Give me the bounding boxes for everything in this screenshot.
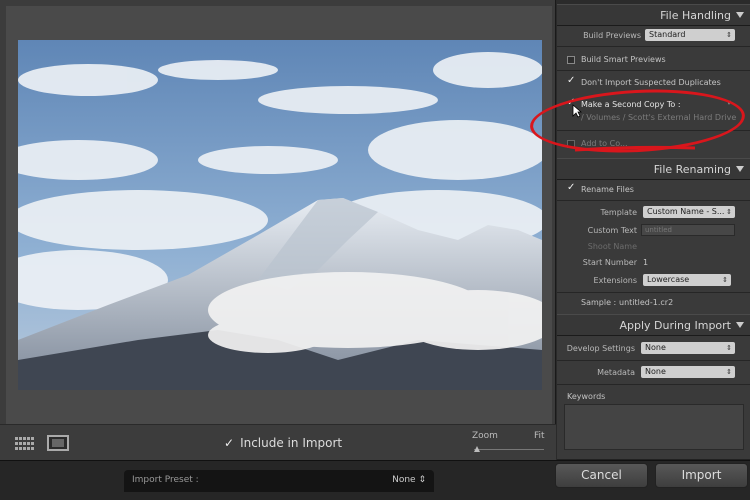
build-smart-previews-checkbox[interactable] — [567, 56, 575, 64]
develop-settings-select[interactable]: None ⇕ — [641, 342, 735, 354]
build-previews-select[interactable]: Standard ⇕ — [645, 29, 735, 41]
import-preset-label: Import Preset : — [132, 475, 199, 485]
divider — [557, 292, 750, 293]
photo-thumbnail[interactable] — [18, 40, 542, 390]
cancel-button[interactable]: Cancel — [555, 463, 648, 488]
zoom-slider-thumb[interactable] — [474, 446, 480, 452]
template-value: Custom Name - S... — [647, 207, 725, 216]
extensions-value: Lowercase — [647, 275, 690, 284]
template-label: Template — [600, 208, 637, 217]
sample-label: Sample : — [581, 298, 617, 307]
select-arrow-icon: ⇕ — [726, 368, 732, 376]
import-preset-value-text: None — [392, 475, 416, 485]
mouse-cursor-icon — [572, 104, 582, 118]
custom-text-value: untitled — [645, 226, 673, 234]
build-previews-value: Standard — [649, 30, 686, 39]
import-dialog: ✓ Include in Import Zoom Fit File Handli… — [0, 0, 750, 500]
divider — [557, 200, 750, 201]
metadata-label: Metadata — [597, 368, 635, 377]
apply-during-import-header[interactable]: Apply During Import — [557, 314, 750, 336]
import-preset-value[interactable]: None ⇕ — [392, 475, 426, 485]
zoom-label: Zoom — [472, 431, 498, 441]
add-to-collection-label: Add to Co... — [581, 139, 628, 148]
sample-value: untitled-1.cr2 — [619, 298, 674, 307]
divider — [557, 130, 750, 131]
import-preset-bar[interactable]: Import Preset : None ⇕ — [124, 470, 434, 492]
metadata-select[interactable]: None ⇕ — [641, 366, 735, 378]
template-select[interactable]: Custom Name - S... ⇕ — [643, 206, 735, 218]
build-smart-previews-label: Build Smart Previews — [581, 55, 666, 64]
rename-files-checkmark-icon[interactable]: ✓ — [567, 183, 575, 193]
fit-label: Fit — [534, 431, 545, 441]
preview-toolbar: ✓ Include in Import Zoom Fit — [0, 424, 556, 460]
dont-import-duplicates-label: Don't Import Suspected Duplicates — [581, 78, 721, 87]
collapse-triangle-icon[interactable] — [736, 12, 744, 18]
checkmark-icon: ✓ — [224, 436, 235, 450]
keywords-label: Keywords — [567, 392, 606, 401]
loupe-view — [6, 6, 552, 424]
custom-text-field[interactable]: untitled — [641, 224, 735, 236]
import-button[interactable]: Import — [655, 463, 748, 488]
file-handling-body: Build Previews Standard ⇕ Build Smart Pre… — [557, 26, 750, 160]
second-copy-label: Make a Second Copy To : — [581, 100, 681, 109]
start-number-value[interactable]: 1 — [643, 258, 648, 267]
collapse-triangle-icon[interactable] — [736, 322, 744, 328]
section-title: File Handling — [660, 9, 731, 22]
section-title: Apply During Import — [619, 319, 731, 332]
zoom-slider-track[interactable] — [474, 449, 544, 450]
divider — [557, 384, 750, 385]
metadata-value: None — [645, 367, 666, 376]
select-arrow-icon: ⇕ — [722, 276, 728, 284]
extensions-select[interactable]: Lowercase ⇕ — [643, 274, 731, 286]
custom-text-label: Custom Text — [587, 226, 637, 235]
shoot-name-label: Shoot Name — [587, 242, 637, 251]
grid-view-icon[interactable] — [15, 437, 35, 450]
develop-settings-label: Develop Settings — [566, 344, 635, 353]
section-title: File Renaming — [653, 163, 731, 176]
divider — [557, 46, 750, 47]
divider — [557, 70, 750, 71]
dont-import-checkmark-icon[interactable]: ✓ — [567, 76, 575, 86]
right-panel: File Handling Build Previews Standard ⇕ B… — [557, 0, 750, 460]
build-previews-label: Build Previews — [583, 31, 641, 40]
include-label: Include in Import — [240, 436, 343, 450]
dropdown-arrow-icon[interactable]: ▾ — [727, 98, 731, 107]
second-copy-path[interactable]: / Volumes / Scott's External Hard Drive — [581, 113, 736, 122]
include-in-import-toggle[interactable]: ✓ Include in Import — [224, 436, 342, 450]
preview-pane: ✓ Include in Import Zoom Fit — [0, 0, 556, 460]
file-renaming-body: ✓ Rename Files Template Custom Name - S.… — [557, 180, 750, 316]
add-to-collection-checkbox[interactable] — [567, 140, 575, 148]
rename-files-label: Rename Files — [581, 185, 634, 194]
develop-settings-value: None — [645, 343, 666, 352]
select-arrow-icon: ⇕ — [726, 344, 732, 352]
keywords-field[interactable] — [564, 404, 744, 450]
extensions-label: Extensions — [593, 276, 637, 285]
divider — [557, 360, 750, 361]
collapse-triangle-icon[interactable] — [736, 166, 744, 172]
select-arrow-icon: ⇕ — [726, 208, 732, 216]
loupe-view-icon[interactable] — [47, 435, 69, 451]
select-arrow-icon: ⇕ — [726, 31, 732, 39]
file-handling-header[interactable]: File Handling — [557, 4, 750, 26]
start-number-label: Start Number — [582, 258, 637, 267]
select-arrow-icon: ⇕ — [418, 475, 426, 485]
file-renaming-header[interactable]: File Renaming — [557, 158, 750, 180]
